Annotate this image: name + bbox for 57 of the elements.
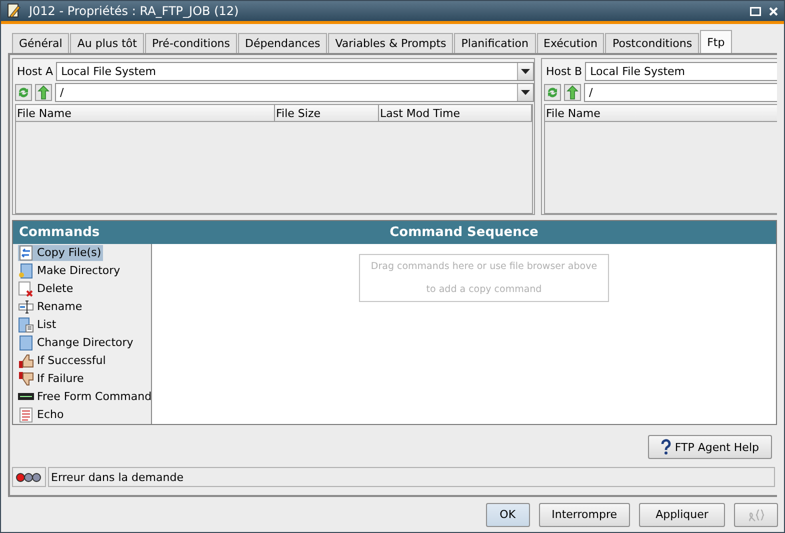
- tab[interactable]: Dépendances: [238, 33, 328, 53]
- dialog-button[interactable]: Interrompre: [538, 502, 630, 526]
- host-dropdown[interactable]: Local File System: [56, 62, 534, 81]
- pencil-document-icon: [7, 3, 21, 19]
- document-icon: [18, 406, 34, 423]
- commands-header: Commands Command Sequence: [13, 220, 776, 244]
- folder-icon: [18, 262, 34, 279]
- tab[interactable]: Ftp: [700, 30, 732, 53]
- command-item[interactable]: Rename: [18, 298, 84, 315]
- window-title: J012 - Propriétés : RA_FTP_JOB (12): [29, 4, 240, 18]
- help-button[interactable]: FTP Agent Help: [648, 435, 772, 460]
- tab[interactable]: Variables & Prompts: [328, 33, 454, 53]
- tab[interactable]: Postconditions: [605, 33, 700, 53]
- command-item[interactable]: If Failure: [18, 370, 86, 387]
- tab[interactable]: Planification: [454, 33, 536, 53]
- up-arrow-icon[interactable]: [564, 84, 581, 101]
- dialog-button[interactable]: OK: [486, 502, 530, 526]
- column-header[interactable]: File Size: [275, 105, 379, 121]
- dialog-button[interactable]: Appliquer: [639, 502, 725, 526]
- maximize-icon[interactable]: [750, 6, 761, 16]
- tab[interactable]: Pré-conditions: [144, 33, 238, 53]
- rename-icon: [18, 298, 34, 315]
- delete-icon: [18, 280, 34, 297]
- host-label: Host B: [545, 65, 582, 78]
- hint-text: Drag commands here or use file browser above: [370, 260, 598, 272]
- tab[interactable]: Général: [12, 33, 70, 53]
- folder-icon: [18, 334, 34, 351]
- host-label: Host A: [16, 65, 54, 78]
- dropdown-arrow-icon[interactable]: [521, 69, 530, 74]
- refresh-icon[interactable]: [15, 84, 32, 101]
- host-dropdown[interactable]: Local File System: [585, 62, 777, 81]
- command-item[interactable]: If Successful: [18, 352, 108, 369]
- column-header[interactable]: Last Mod Time: [379, 105, 532, 121]
- thumbs-up-icon: [18, 352, 34, 369]
- question-mark-icon: [660, 439, 671, 456]
- command-item[interactable]: Free Form Command: [18, 388, 151, 405]
- command-item[interactable]: Make Directory: [18, 262, 122, 279]
- close-icon[interactable]: [769, 6, 778, 16]
- refresh-icon[interactable]: [544, 84, 561, 101]
- column-header[interactable]: File Name: [545, 105, 777, 121]
- path-dropdown[interactable]: /: [55, 83, 534, 102]
- command-item[interactable]: Echo: [18, 406, 66, 423]
- dropdown-arrow-icon[interactable]: [521, 90, 530, 95]
- command-item[interactable]: List: [18, 316, 58, 333]
- command-item[interactable]: Copy File(s): [18, 244, 104, 261]
- column-header[interactable]: File Name: [16, 105, 275, 121]
- command-item[interactable]: Change Directory: [18, 334, 136, 351]
- tab[interactable]: Exécution: [536, 33, 604, 53]
- status-message: Erreur dans la demande: [48, 467, 775, 488]
- path-dropdown[interactable]: /: [584, 83, 777, 102]
- ampersand-braces-icon: [747, 506, 765, 522]
- command-item[interactable]: Delete: [18, 280, 76, 297]
- tab[interactable]: Au plus tôt: [70, 33, 144, 53]
- list-icon: [18, 316, 34, 333]
- hint-text: to add a copy command: [426, 284, 542, 295]
- up-arrow-icon[interactable]: [35, 84, 52, 101]
- thumbs-down-icon: [18, 370, 34, 387]
